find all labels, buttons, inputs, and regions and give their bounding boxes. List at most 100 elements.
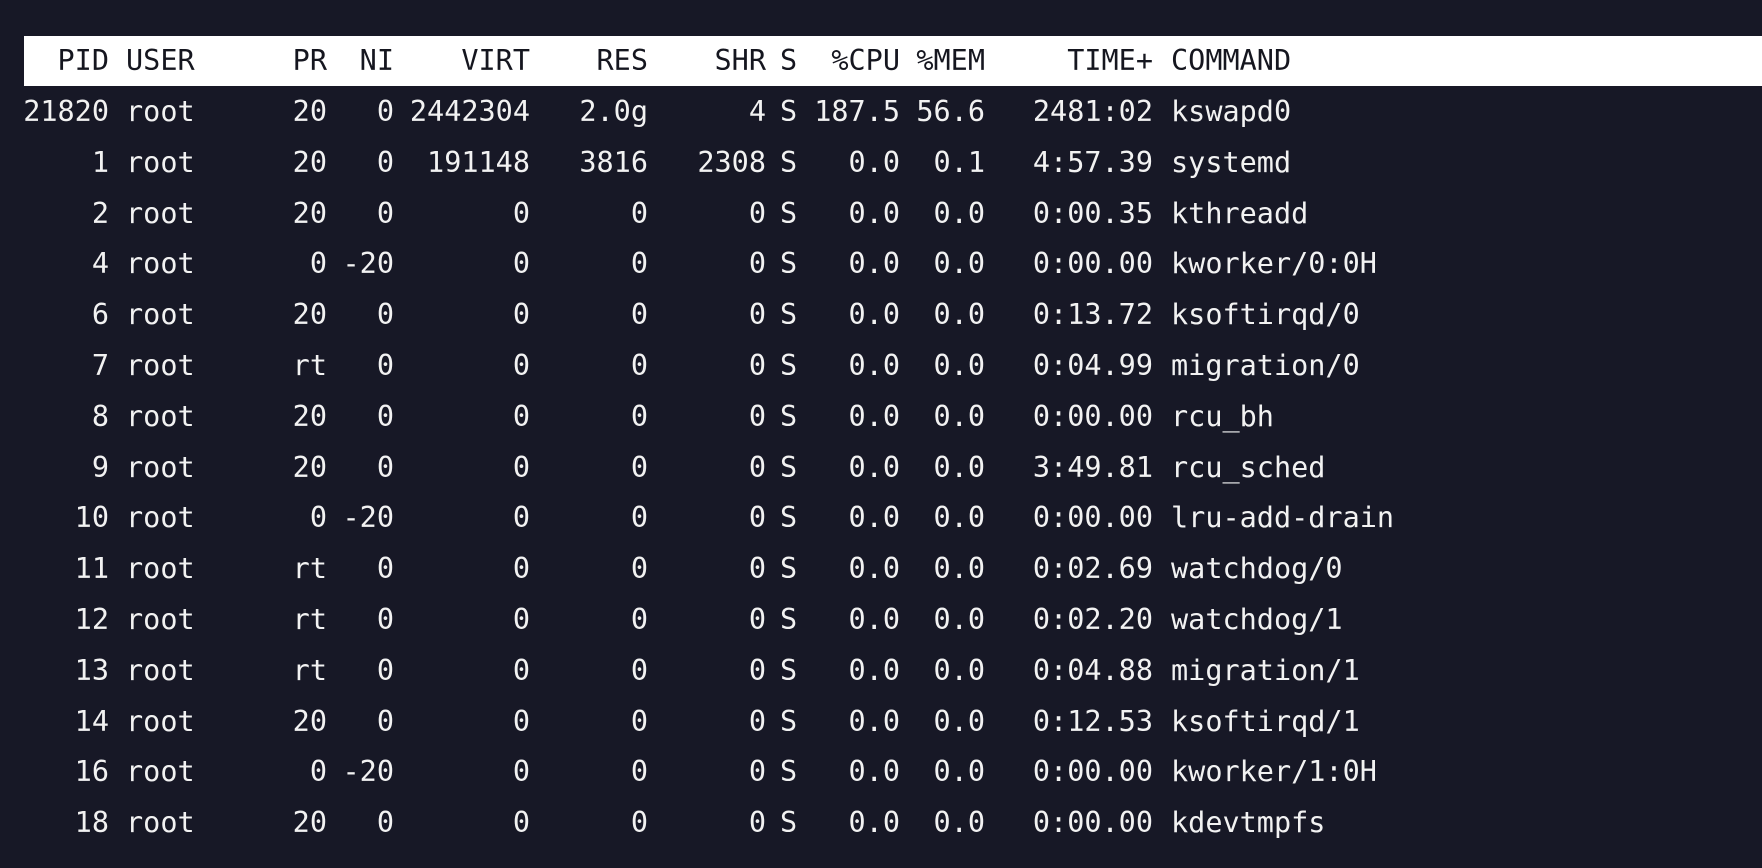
process-row[interactable]: 10 root 0 -20 0 0 0 S 0.0 0.0 0:00.00 lru-add-drain — [0, 493, 1762, 543]
process-row[interactable]: 6 root 20 0 0 0 0 S 0.0 0.0 0:13.72 ksoftirqd/0 — [0, 290, 1762, 340]
process-mem: 0.0 — [933, 298, 985, 332]
process-cpu: 0.0 — [848, 145, 900, 179]
process-shr: 0 — [748, 501, 766, 535]
process-virt: 0 — [512, 349, 530, 382]
process-row[interactable]: 1 root 20 0 191148 3816 2308 S 0.0 0.1 4:57.39 syst… — [0, 138, 1762, 188]
process-command: ksoftirqd/1 — [1171, 704, 1360, 738]
process-row[interactable]: 4 root 0 -20 0 0 0 S 0.0 0.0 0:00.00 kworker/0:0H — [0, 239, 1762, 289]
header-cpu[interactable]: %CPU — [808, 36, 900, 86]
process-row[interactable]: 16 root 0 -20 0 0 0 S 0.0 0.0 0:00.00 kworker/1:0H — [0, 747, 1762, 797]
header-mem[interactable]: %MEM — [908, 36, 985, 86]
process-state: S — [780, 450, 798, 484]
process-row[interactable]: 2 root 20 0 0 0 0 S 0.0 0.0 0:00.35 kthreadd — [0, 189, 1762, 239]
process-mem: 0.1 — [933, 145, 985, 179]
process-user: root — [126, 603, 195, 636]
process-res: 0 — [630, 501, 648, 535]
process-time: 0:00.00 — [1032, 501, 1153, 535]
process-priority: 20 — [292, 806, 327, 840]
process-pid: 21820 — [23, 95, 109, 128]
process-pid: 7 — [91, 349, 109, 382]
process-row[interactable]: 12 root rt 0 0 0 0 S 0.0 0.0 0:02.20 watchdog/1 — [0, 595, 1762, 645]
process-pid: 18 — [74, 806, 109, 840]
process-virt: 191148 — [427, 145, 530, 179]
process-nice: 0 — [376, 806, 394, 840]
header-user[interactable]: USER — [126, 36, 276, 86]
process-priority: rt — [292, 349, 327, 382]
process-user: root — [126, 755, 195, 789]
process-res: 0 — [630, 450, 648, 484]
header-time[interactable]: TIME+ — [1000, 36, 1153, 86]
process-shr: 0 — [748, 349, 766, 382]
terminal-window: PID USER PR NI VIRT RES SHR S %CPU %MEM … — [0, 0, 1762, 868]
process-pid: 10 — [74, 501, 109, 535]
process-priority: 20 — [292, 399, 327, 433]
process-priority: 20 — [292, 298, 327, 332]
header-pid[interactable]: PID — [0, 36, 109, 86]
header-ni[interactable]: NI — [330, 36, 394, 86]
process-time: 0:04.88 — [1032, 653, 1153, 687]
process-shr: 0 — [748, 755, 766, 789]
process-state: S — [780, 653, 798, 687]
process-state: S — [780, 552, 798, 586]
process-state: S — [780, 196, 798, 230]
process-priority: 0 — [309, 247, 327, 281]
process-cpu: 0.0 — [848, 450, 900, 484]
process-time: 0:00.00 — [1032, 755, 1153, 789]
process-priority: 20 — [292, 704, 327, 738]
process-priority: 0 — [309, 755, 327, 789]
process-nice: -20 — [342, 755, 394, 789]
process-mem: 0.0 — [933, 349, 985, 382]
process-state: S — [780, 145, 798, 179]
process-cpu: 0.0 — [848, 806, 900, 840]
process-mem: 0.0 — [933, 704, 985, 738]
process-user: root — [126, 145, 195, 179]
process-cpu: 187.5 — [814, 95, 900, 128]
process-cpu: 0.0 — [848, 349, 900, 382]
process-time: 0:02.69 — [1032, 552, 1153, 586]
header-shr[interactable]: SHR — [660, 36, 766, 86]
process-shr: 0 — [748, 399, 766, 433]
process-user: root — [126, 95, 195, 128]
process-shr: 2308 — [697, 145, 766, 179]
process-row[interactable]: 7 root rt 0 0 0 0 S 0.0 0.0 0:04.99 migration/0 — [0, 341, 1762, 391]
process-row[interactable]: 11 root rt 0 0 0 0 S 0.0 0.0 0:02.69 watchdog/0 — [0, 544, 1762, 594]
process-cpu: 0.0 — [848, 501, 900, 535]
process-command: ksoftirqd/0 — [1171, 298, 1360, 332]
header-state[interactable]: S — [780, 36, 802, 86]
process-res: 0 — [630, 247, 648, 281]
process-row[interactable]: 21820 root 20 0 2442304 2.0g 4 S 187.5 56.6 2481:0… — [0, 87, 1762, 137]
process-virt: 0 — [512, 196, 530, 230]
process-state: S — [780, 704, 798, 738]
process-user: root — [126, 653, 195, 687]
process-res: 3816 — [579, 145, 648, 179]
process-row[interactable]: 9 root 20 0 0 0 0 S 0.0 0.0 3:49.81 rcu_sched — [0, 443, 1762, 493]
process-mem: 0.0 — [933, 552, 985, 586]
process-command: lru-add-drain — [1171, 501, 1395, 535]
process-nice: 0 — [376, 450, 394, 484]
process-row[interactable]: 8 root 20 0 0 0 0 S 0.0 0.0 0:00.00 rcu_bh — [0, 392, 1762, 442]
process-mem: 0.0 — [933, 653, 985, 687]
process-pid: 2 — [91, 196, 109, 230]
process-res: 2.0g — [579, 95, 648, 128]
process-time: 2481:02 — [1032, 95, 1153, 128]
header-res[interactable]: RES — [540, 36, 648, 86]
process-pid: 1 — [91, 145, 109, 179]
process-virt: 0 — [512, 298, 530, 332]
process-res: 0 — [630, 755, 648, 789]
process-user: root — [126, 552, 195, 586]
header-pr[interactable]: PR — [270, 36, 327, 86]
process-command: watchdog/1 — [1171, 603, 1343, 636]
process-row[interactable]: 18 root 20 0 0 0 0 S 0.0 0.0 0:00.00 kdevtmpfs — [0, 798, 1762, 848]
process-time: 4:57.39 — [1032, 145, 1153, 179]
process-row[interactable]: 13 root rt 0 0 0 0 S 0.0 0.0 0:04.88 migration/1 — [0, 646, 1762, 696]
process-virt: 0 — [512, 501, 530, 535]
process-user: root — [126, 501, 195, 535]
header-virt[interactable]: VIRT — [400, 36, 530, 86]
process-user: root — [126, 349, 195, 382]
process-shr: 0 — [748, 552, 766, 586]
process-priority: 20 — [292, 196, 327, 230]
process-mem: 0.0 — [933, 196, 985, 230]
process-nice: 0 — [376, 399, 394, 433]
header-command[interactable]: COMMAND — [1171, 36, 1731, 86]
process-row[interactable]: 14 root 20 0 0 0 0 S 0.0 0.0 0:12.53 ksoftirqd/1 — [0, 697, 1762, 747]
